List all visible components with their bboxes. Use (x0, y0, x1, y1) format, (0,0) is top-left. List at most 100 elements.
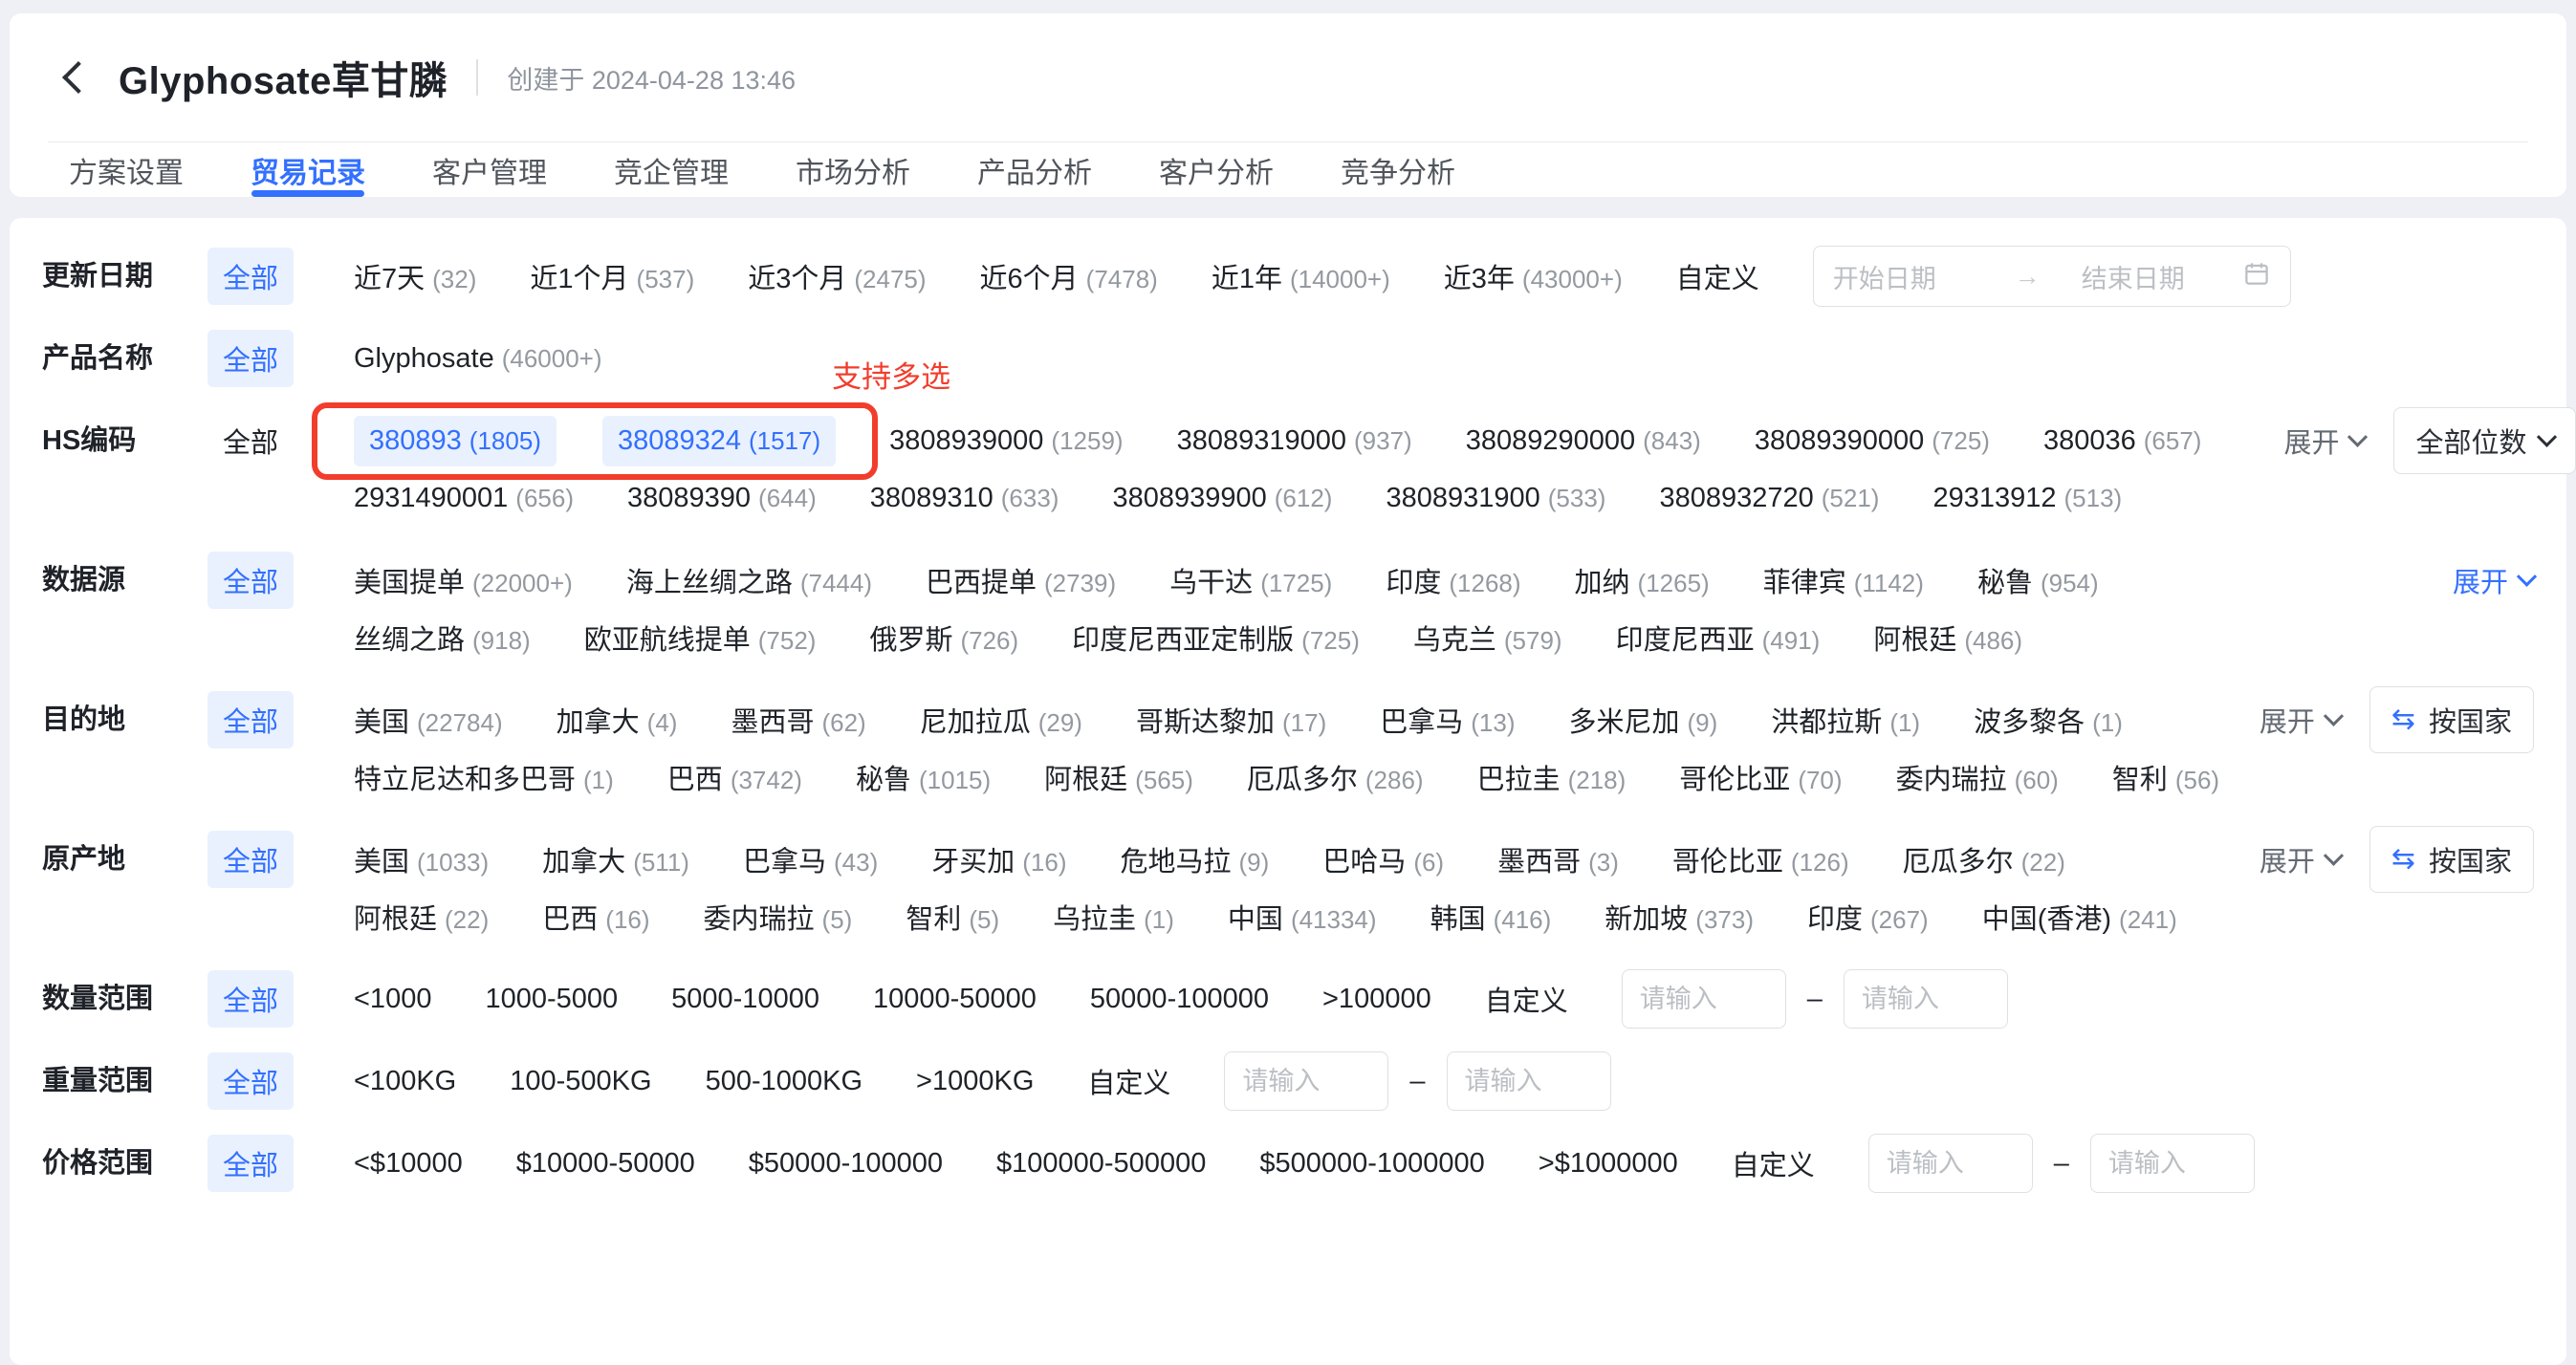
filter-option[interactable]: 3808939900(612) (1112, 483, 1332, 514)
filter-option[interactable]: 印度(1268) (1386, 560, 1520, 600)
back-icon[interactable] (62, 61, 95, 94)
filter-option[interactable]: $50000-100000 (749, 1148, 943, 1180)
expand-link[interactable]: 展开 (2283, 421, 2365, 461)
filter-option[interactable]: 2931490001(656) (354, 483, 574, 514)
filter-option[interactable]: 巴哈马(6) (1322, 839, 1444, 879)
all-option[interactable]: 全部 (207, 330, 294, 387)
filter-option[interactable]: 加拿大(4) (557, 700, 678, 740)
filter-option[interactable]: 3808939000(1259) (889, 425, 1123, 457)
filter-option[interactable]: 38089324(1517) (602, 416, 836, 466)
filter-option[interactable]: 智利(56) (2112, 757, 2219, 797)
all-option[interactable]: 全部 (207, 1135, 294, 1192)
filter-option[interactable]: 阿根廷(22) (354, 897, 489, 937)
filter-option[interactable]: 阿根廷(565) (1044, 757, 1193, 797)
filter-option[interactable]: 菲律宾(1142) (1763, 560, 1924, 600)
filter-option[interactable]: 29313912(513) (1932, 483, 2122, 514)
filter-option[interactable]: <100KG (354, 1066, 456, 1097)
filter-option[interactable]: 380893(1805) (354, 416, 557, 466)
range-input-min[interactable] (1622, 969, 1786, 1029)
digits-select-button[interactable]: 全部位数 (2393, 407, 2576, 474)
filter-option[interactable]: 3808932720(521) (1659, 483, 1879, 514)
range-input-max[interactable] (2090, 1134, 2255, 1193)
filter-option[interactable]: 乌干达(1725) (1169, 560, 1332, 600)
filter-option[interactable]: 墨西哥(3) (1497, 839, 1619, 879)
filter-option[interactable]: 中国(41334) (1228, 897, 1377, 937)
all-option[interactable]: 全部 (223, 421, 278, 461)
filter-option[interactable]: 牙买加(16) (931, 839, 1066, 879)
filter-option[interactable]: 巴西提单(2739) (926, 560, 1116, 600)
filter-option[interactable]: 38089319000(937) (1177, 425, 1412, 457)
filter-option[interactable]: 近3年(43000+) (1444, 256, 1623, 296)
filter-option[interactable]: 特立尼达和多巴哥(1) (354, 757, 614, 797)
all-option[interactable]: 全部 (207, 831, 294, 888)
filter-option[interactable]: 印度尼西亚定制版(725) (1072, 618, 1360, 658)
filter-option[interactable]: 38089310(633) (870, 483, 1059, 514)
filter-option[interactable]: 巴西(3742) (667, 757, 802, 797)
filter-option[interactable]: 巴拿马(13) (1380, 700, 1515, 740)
filter-option[interactable]: 38089390(644) (627, 483, 817, 514)
filter-option[interactable]: <1000 (354, 984, 431, 1015)
tab-8[interactable]: 竞争分析 (1341, 142, 1455, 197)
filter-option[interactable]: $10000-50000 (516, 1148, 695, 1180)
filter-option[interactable]: 美国(22784) (354, 700, 503, 740)
all-option[interactable]: 全部 (207, 1052, 294, 1110)
filter-option[interactable]: 海上丝绸之路(7444) (626, 560, 872, 600)
filter-option[interactable]: 1000-5000 (485, 984, 618, 1015)
filter-option[interactable]: 100-500KG (510, 1066, 651, 1097)
all-option[interactable]: 全部 (207, 248, 294, 305)
filter-option[interactable]: 美国(1033) (354, 839, 489, 879)
tab-7[interactable]: 客户分析 (1159, 142, 1274, 197)
filter-option[interactable]: 丝绸之路(918) (354, 618, 531, 658)
filter-option[interactable]: 近6个月(7478) (980, 256, 1158, 296)
filter-option[interactable]: $100000-500000 (996, 1148, 1206, 1180)
filter-option[interactable]: 阿根廷(486) (1873, 618, 2022, 658)
by-country-button[interactable]: ⇆按国家 (2369, 826, 2534, 893)
tab-2[interactable]: 贸易记录 (251, 142, 365, 197)
filter-option[interactable]: 厄瓜多尔(22) (1903, 839, 2065, 879)
filter-option[interactable]: 中国(香港)(241) (1982, 897, 2177, 937)
tab-6[interactable]: 产品分析 (977, 142, 1092, 197)
filter-option[interactable]: 秘鲁(1015) (856, 757, 991, 797)
filter-option[interactable]: 自定义 (1732, 1143, 1815, 1183)
date-range-picker[interactable]: 开始日期→结束日期 (1813, 246, 2291, 307)
tab-5[interactable]: 市场分析 (796, 142, 910, 197)
filter-option[interactable]: 委内瑞拉(60) (1896, 757, 2059, 797)
filter-option[interactable]: 危地马拉(9) (1121, 839, 1270, 879)
filter-option[interactable]: 38089390000(725) (1755, 425, 1990, 457)
filter-option[interactable]: >1000KG (916, 1066, 1034, 1097)
expand-link[interactable]: 展开 (2259, 839, 2341, 879)
filter-option[interactable]: 乌拉圭(1) (1053, 897, 1174, 937)
tab-3[interactable]: 客户管理 (432, 142, 547, 197)
filter-option[interactable]: 巴西(16) (542, 897, 649, 937)
filter-option[interactable]: 5000-10000 (671, 984, 819, 1015)
range-input-min[interactable] (1868, 1134, 2033, 1193)
all-option[interactable]: 全部 (207, 970, 294, 1028)
tab-1[interactable]: 方案设置 (69, 142, 184, 197)
filter-option[interactable]: 巴拉圭(218) (1477, 757, 1626, 797)
all-option[interactable]: 全部 (207, 691, 294, 748)
filter-option[interactable]: 尼加拉瓜(29) (920, 700, 1082, 740)
filter-option[interactable]: 3808931900(533) (1386, 483, 1605, 514)
filter-option[interactable]: 加拿大(511) (542, 839, 689, 879)
filter-option[interactable]: 50000-100000 (1090, 984, 1269, 1015)
filter-option[interactable]: >$1000000 (1539, 1148, 1678, 1180)
filter-option[interactable]: >100000 (1322, 984, 1431, 1015)
filter-option[interactable]: 印度(267) (1807, 897, 1929, 937)
filter-option[interactable]: 近1个月(537) (530, 256, 694, 296)
all-option[interactable]: 全部 (207, 552, 294, 609)
filter-option[interactable]: 近1年(14000+) (1212, 256, 1390, 296)
filter-option[interactable]: 委内瑞拉(5) (704, 897, 853, 937)
expand-link[interactable]: 展开 (2453, 560, 2534, 600)
filter-option[interactable]: 自定义 (1485, 979, 1568, 1019)
filter-option[interactable]: 欧亚航线提单(752) (584, 618, 817, 658)
filter-option[interactable]: 洪都拉斯(1) (1771, 700, 1920, 740)
filter-option[interactable]: 380036(657) (2043, 425, 2201, 457)
filter-option[interactable]: Glyphosate(46000+) (354, 343, 602, 375)
filter-option[interactable]: 加纳(1265) (1575, 560, 1710, 600)
filter-option[interactable]: 秘鲁(954) (1977, 560, 2099, 600)
filter-option[interactable]: 10000-50000 (873, 984, 1037, 1015)
filter-option[interactable]: 俄罗斯(726) (869, 618, 1018, 658)
filter-option[interactable]: 波多黎各(1) (1974, 700, 2123, 740)
filter-option[interactable]: 多米尼加(9) (1569, 700, 1718, 740)
filter-option[interactable]: 巴拿马(43) (743, 839, 878, 879)
